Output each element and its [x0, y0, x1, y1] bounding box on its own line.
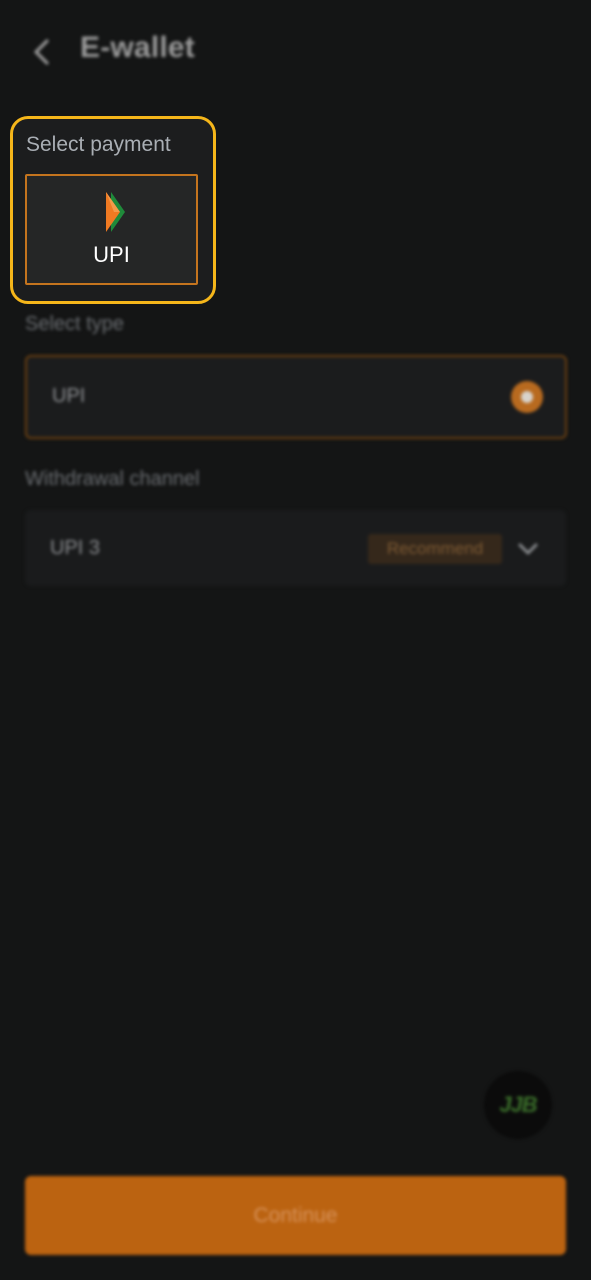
withdrawal-channel-label: Withdrawal channel	[25, 468, 200, 490]
radio-dot	[521, 391, 533, 403]
support-logo-text: JJB	[499, 1092, 537, 1117]
continue-button[interactable]: Continue	[25, 1176, 566, 1255]
chevron-left-icon	[34, 39, 49, 65]
recommend-badge: Recommend	[368, 534, 502, 564]
payment-option-label: UPI	[93, 242, 130, 267]
select-payment-label: Select payment	[26, 133, 171, 156]
back-button[interactable]	[26, 32, 58, 72]
chevron-down-icon	[515, 536, 541, 562]
select-type-label: Select type	[25, 313, 124, 335]
page-title: E-wallet	[80, 31, 195, 64]
withdrawal-channel-value: UPI 3	[50, 537, 101, 559]
e-wallet-screen: E-wallet Select type UPI Withdrawal chan…	[0, 0, 591, 1280]
type-option-label: UPI	[52, 385, 86, 407]
support-logo-icon[interactable]: JJB	[484, 1071, 552, 1139]
select-payment-highlight: Select payment UPI	[10, 116, 216, 304]
payment-option-upi[interactable]: UPI	[25, 174, 198, 285]
withdrawal-channel-select[interactable]: UPI 3 Recommend	[25, 510, 566, 586]
header: E-wallet	[0, 0, 591, 104]
upi-logo-icon	[106, 192, 125, 232]
type-option-upi[interactable]: UPI	[25, 355, 567, 439]
radio-selected-icon[interactable]	[511, 381, 543, 413]
